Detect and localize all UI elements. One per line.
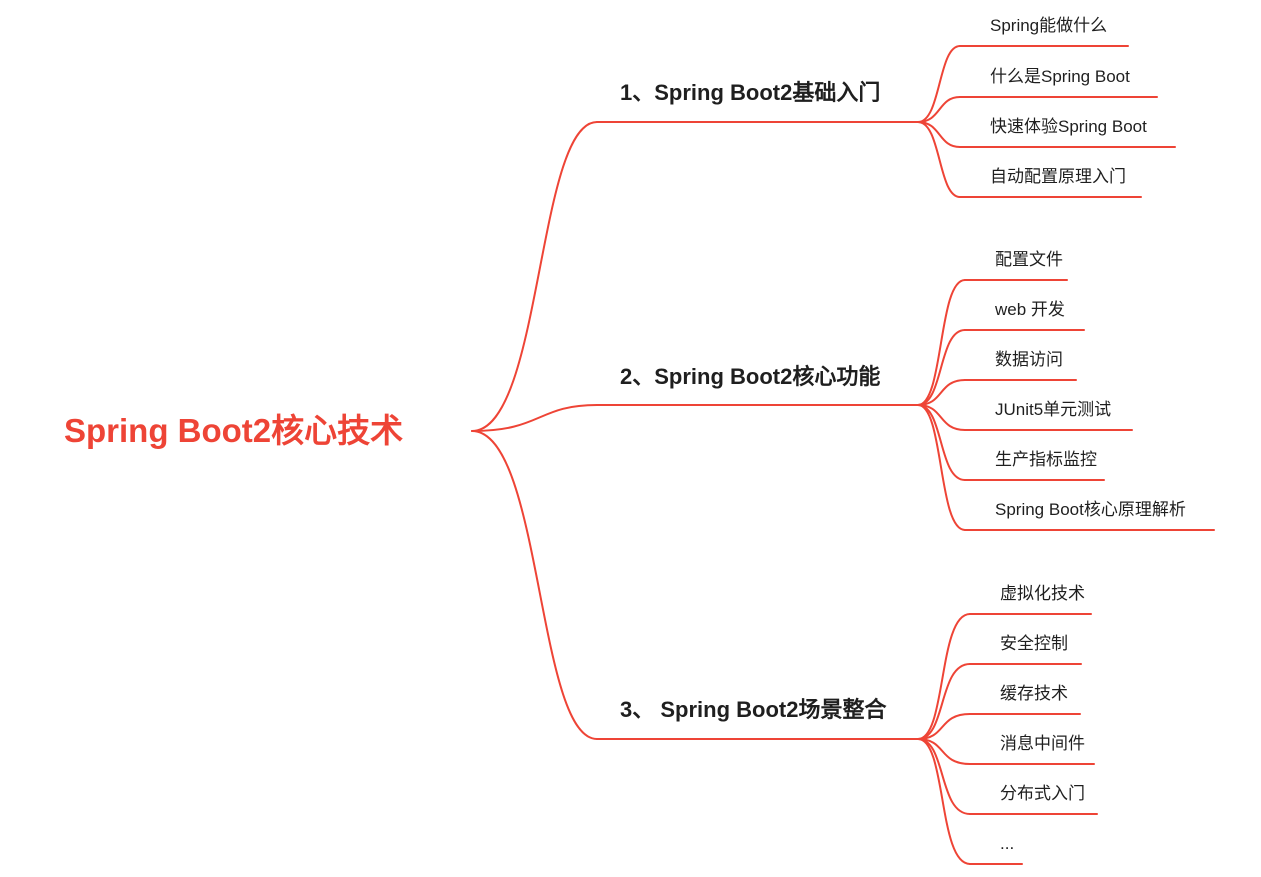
branch-3-leaf-1[interactable]: 虚拟化技术: [1000, 585, 1085, 602]
branch-2-leaf-3[interactable]: 数据访问: [995, 351, 1063, 368]
branch-2-leaf-2[interactable]: web 开发: [995, 301, 1065, 318]
root-node[interactable]: Spring Boot2核心技术: [64, 414, 403, 447]
branch-3-connector: [471, 430, 598, 740]
branch-1-connector: [471, 121, 598, 432]
branch-2-connector: [471, 404, 598, 432]
branch-3-leaf-6[interactable]: ...: [1000, 835, 1014, 852]
branch-2-leaf-1-connector: [917, 279, 966, 406]
branch-2-leaf-6-connector: [917, 404, 966, 531]
branch-1-leaf-3[interactable]: 快速体验Spring Boot: [990, 118, 1147, 135]
branch-3-leaf-2[interactable]: 安全控制: [1000, 635, 1068, 652]
branch-1-leaf-3-connector: [917, 121, 961, 148]
branch-3-leaf-4[interactable]: 消息中间件: [1000, 735, 1085, 752]
branch-3-leaf-5[interactable]: 分布式入门: [1000, 785, 1085, 802]
branch-3-leaf-6-connector: [917, 738, 971, 865]
branch-2-leaf-5[interactable]: 生产指标监控: [995, 451, 1097, 468]
branch-3-leaf-3[interactable]: 缓存技术: [1000, 685, 1068, 702]
branch-3-leaf-2-connector: [917, 663, 971, 740]
branch-1-leaf-2[interactable]: 什么是Spring Boot: [990, 68, 1130, 85]
branch-1-leaf-4[interactable]: 自动配置原理入门: [990, 168, 1126, 185]
branch-2-leaf-4[interactable]: JUnit5单元测试: [995, 401, 1111, 418]
branch-3-title[interactable]: 3、 Spring Boot2场景整合: [620, 699, 886, 721]
branch-2-leaf-1[interactable]: 配置文件: [995, 251, 1063, 268]
branch-1-title[interactable]: 1、Spring Boot2基础入门: [620, 82, 880, 104]
branch-2-title[interactable]: 2、Spring Boot2核心功能: [620, 366, 880, 388]
branch-1-leaf-1[interactable]: Spring能做什么: [990, 17, 1107, 34]
branch-3-leaf-1-connector: [917, 613, 971, 740]
branch-2-leaf-6[interactable]: Spring Boot核心原理解析: [995, 501, 1186, 518]
branch-3-leaf-5-connector: [917, 738, 971, 815]
branch-1-leaf-2-connector: [917, 96, 961, 123]
mindmap-canvas: Spring Boot2核心技术 1、Spring Boot2基础入门 Spri…: [0, 0, 1261, 877]
